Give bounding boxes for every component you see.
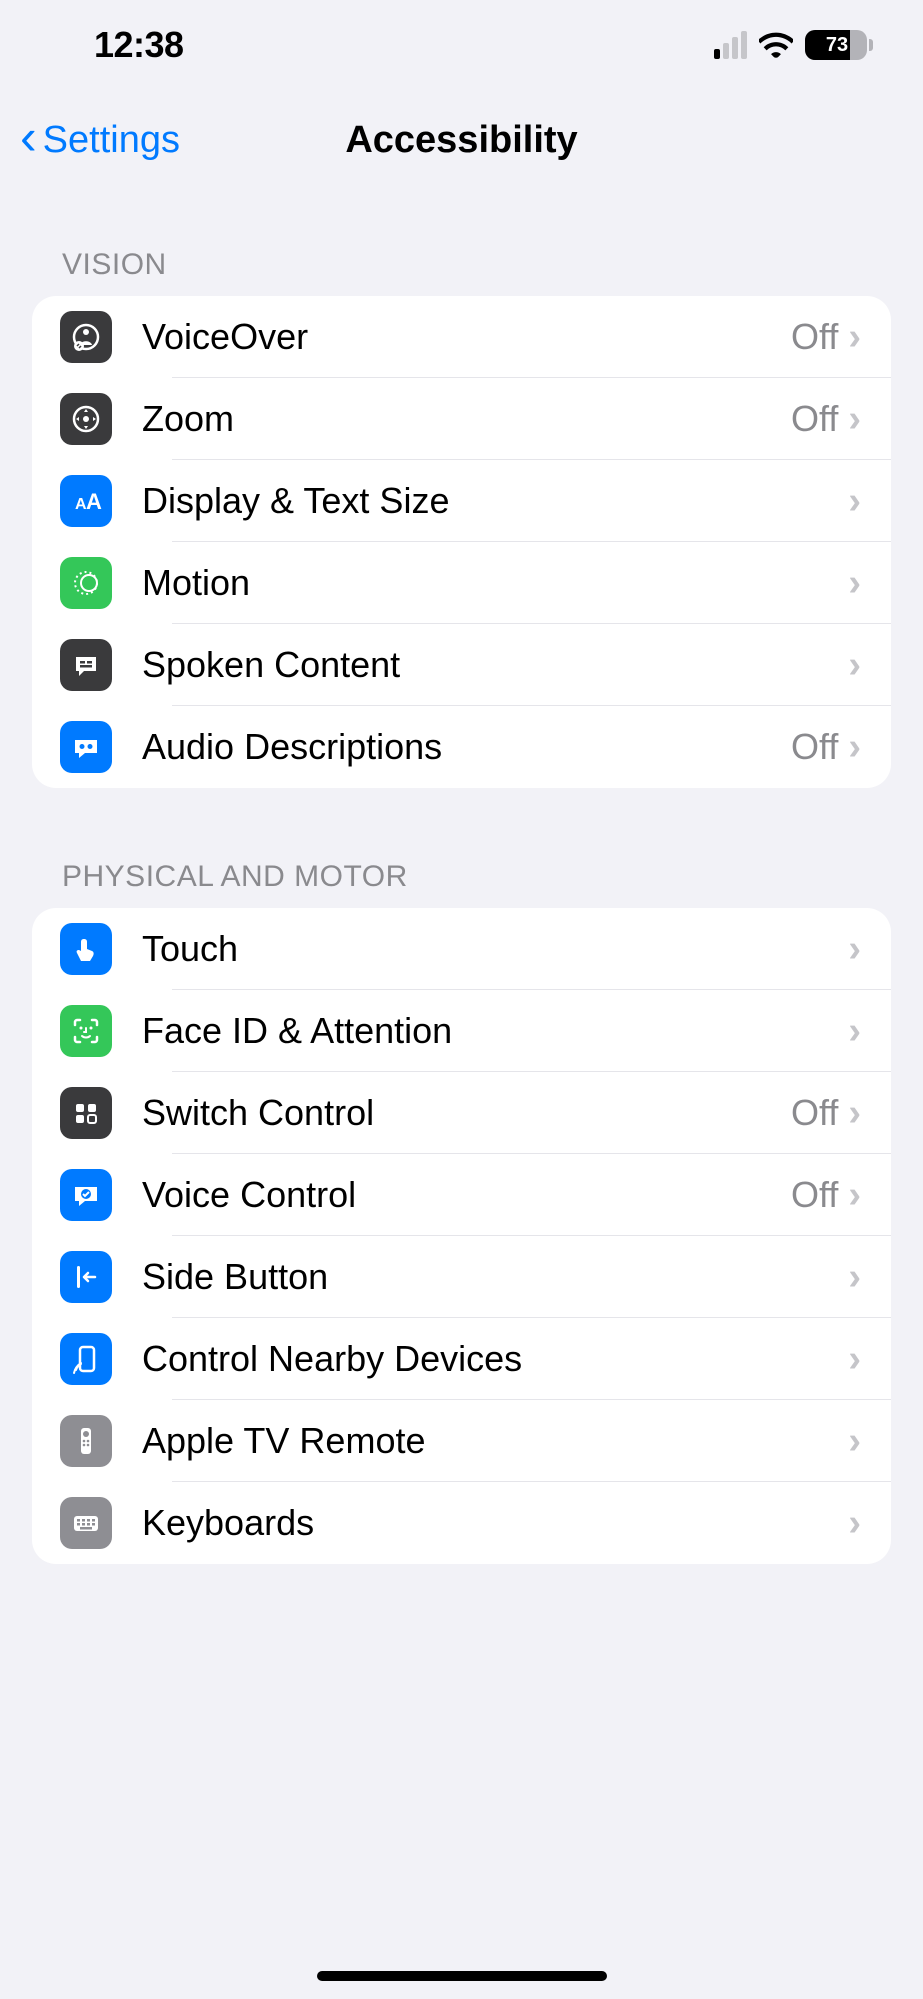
chevron-right-icon: › (848, 726, 861, 769)
vision-group: VoiceOver Off › Zoom Off › AA Display & … (32, 296, 891, 788)
chevron-right-icon: › (848, 644, 861, 687)
chevron-right-icon: › (848, 1338, 861, 1381)
row-faceid[interactable]: Face ID & Attention › (32, 990, 891, 1072)
battery-percent: 73 (805, 34, 867, 57)
row-keyboards[interactable]: Keyboards › (32, 1482, 891, 1564)
row-label: Audio Descriptions (142, 726, 791, 768)
chevron-right-icon: › (848, 1420, 861, 1463)
row-apple-tv-remote[interactable]: Apple TV Remote › (32, 1400, 891, 1482)
voiceover-icon (60, 311, 112, 363)
home-indicator (317, 1971, 607, 1981)
row-label: Voice Control (142, 1174, 791, 1216)
physical-group: Touch › Face ID & Attention › Switch Con… (32, 908, 891, 1564)
row-label: Side Button (142, 1256, 848, 1298)
row-label: Spoken Content (142, 644, 848, 686)
row-value: Off (791, 1092, 838, 1134)
row-label: Zoom (142, 398, 791, 440)
row-value: Off (791, 1174, 838, 1216)
chevron-right-icon: › (848, 1092, 861, 1135)
status-indicators: 73 (714, 30, 867, 60)
spoken-content-icon (60, 639, 112, 691)
text-size-icon: AA (60, 475, 112, 527)
wifi-icon (759, 32, 793, 58)
chevron-right-icon: › (848, 1502, 861, 1545)
row-switch-control[interactable]: Switch Control Off › (32, 1072, 891, 1154)
back-label: Settings (43, 119, 180, 162)
row-label: Keyboards (142, 1502, 848, 1544)
row-side-button[interactable]: Side Button › (32, 1236, 891, 1318)
svg-text:A: A (86, 489, 102, 514)
row-label: Control Nearby Devices (142, 1338, 848, 1380)
row-zoom[interactable]: Zoom Off › (32, 378, 891, 460)
row-label: Switch Control (142, 1092, 791, 1134)
row-label: Apple TV Remote (142, 1420, 848, 1462)
row-motion[interactable]: Motion › (32, 542, 891, 624)
section-header-vision: VISION (0, 248, 923, 296)
chevron-right-icon: › (848, 928, 861, 971)
row-value: Off (791, 726, 838, 768)
row-label: VoiceOver (142, 316, 791, 358)
row-label: Touch (142, 928, 848, 970)
switch-control-icon (60, 1087, 112, 1139)
chevron-left-icon: ‹ (20, 112, 37, 162)
chevron-right-icon: › (848, 480, 861, 523)
row-value: Off (791, 398, 838, 440)
status-time: 12:38 (94, 24, 184, 66)
row-control-nearby[interactable]: Control Nearby Devices › (32, 1318, 891, 1400)
row-label: Face ID & Attention (142, 1010, 848, 1052)
chevron-right-icon: › (848, 562, 861, 605)
section-header-physical: PHYSICAL AND MOTOR (0, 860, 923, 908)
control-nearby-icon (60, 1333, 112, 1385)
row-touch[interactable]: Touch › (32, 908, 891, 990)
zoom-icon (60, 393, 112, 445)
row-label: Display & Text Size (142, 480, 848, 522)
audio-descriptions-icon (60, 721, 112, 773)
side-button-icon (60, 1251, 112, 1303)
row-voice-control[interactable]: Voice Control Off › (32, 1154, 891, 1236)
row-audio-descriptions[interactable]: Audio Descriptions Off › (32, 706, 891, 788)
chevron-right-icon: › (848, 1010, 861, 1053)
faceid-icon (60, 1005, 112, 1057)
battery-icon: 73 (805, 30, 867, 60)
keyboard-icon (60, 1497, 112, 1549)
status-bar: 12:38 73 (0, 0, 923, 90)
cellular-signal-icon (714, 31, 747, 59)
motion-icon (60, 557, 112, 609)
row-label: Motion (142, 562, 848, 604)
chevron-right-icon: › (848, 316, 861, 359)
apple-tv-remote-icon (60, 1415, 112, 1467)
row-value: Off (791, 316, 838, 358)
row-spoken-content[interactable]: Spoken Content › (32, 624, 891, 706)
chevron-right-icon: › (848, 1174, 861, 1217)
chevron-right-icon: › (848, 1256, 861, 1299)
row-voiceover[interactable]: VoiceOver Off › (32, 296, 891, 378)
back-button[interactable]: ‹ Settings (20, 118, 180, 162)
chevron-right-icon: › (848, 398, 861, 441)
touch-icon (60, 923, 112, 975)
voice-control-icon (60, 1169, 112, 1221)
row-display-text-size[interactable]: AA Display & Text Size › (32, 460, 891, 542)
nav-bar: ‹ Settings Accessibility (0, 90, 923, 190)
